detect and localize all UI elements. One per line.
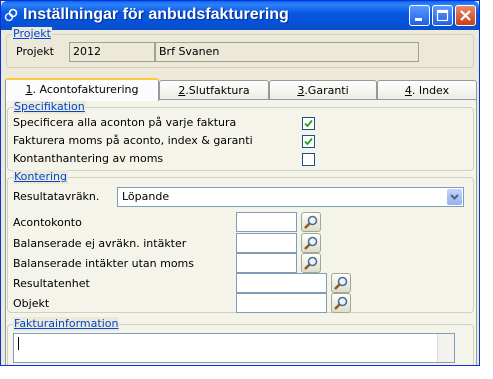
tab-slutfaktura-label: .Slutfaktura (185, 84, 250, 97)
balanserade-utan-moms-lookup-button[interactable] (301, 253, 321, 273)
acontokonto-lookup-button[interactable] (301, 212, 321, 232)
fakturainformation-textarea[interactable] (13, 333, 455, 363)
fakturainformation-group: Fakturainformation (7, 317, 474, 365)
maximize-button[interactable] (432, 5, 453, 26)
close-icon (460, 10, 471, 21)
kontering-group: Kontering Resultatavräkn. Löpande Aconto… (7, 170, 474, 313)
checkmark-icon (304, 119, 313, 128)
tab-acontofakturering-key: 1 (25, 83, 33, 96)
projekt-label: Projekt (16, 45, 54, 58)
projekt-number-field: 2012 (69, 42, 155, 62)
resultatavrakn-select[interactable]: Löpande (117, 187, 464, 207)
acontokonto-input[interactable] (236, 212, 297, 232)
resultatenhet-input[interactable] (236, 273, 327, 293)
tab-acontofakturering-label: . Acontofakturering (32, 83, 139, 96)
app-icon (4, 8, 18, 22)
acontofakturering-panel: Specifikation Specificera alla aconton p… (5, 99, 477, 365)
resultatavrakn-value: Löpande (122, 190, 170, 203)
kontering-legend: Kontering (13, 170, 68, 184)
magnifier-icon (304, 256, 318, 270)
balanserade-ej-input[interactable] (236, 233, 297, 253)
minimize-button[interactable] (409, 5, 430, 26)
balanserade-utan-moms-label: Balanserade intäkter utan moms (13, 257, 195, 270)
resultatavrakn-dropdown-button[interactable] (447, 189, 462, 205)
resultatenhet-lookup-button[interactable] (331, 273, 351, 293)
spec-checkbox-aconton[interactable] (302, 117, 315, 130)
checkmark-icon (304, 137, 313, 146)
spec-checkbox-kontant[interactable] (302, 153, 315, 166)
objekt-input[interactable] (236, 293, 327, 313)
spec-item-label: Fakturera moms på aconto, index & garant… (13, 134, 253, 147)
balanserade-utan-moms-input[interactable] (236, 253, 297, 273)
tab-bar: 1. Acontofakturering 2.Slutfaktura 3.Gar… (5, 78, 477, 101)
fakturainformation-scrollbar[interactable] (437, 334, 454, 362)
tab-index-label: . Index (411, 84, 450, 97)
balanserade-ej-label: Balanserade ej avräkn. intäkter (13, 237, 187, 250)
magnifier-icon (334, 276, 348, 290)
spec-checkbox-moms[interactable] (302, 135, 315, 148)
window-title: Inställningar för anbudsfakturering (23, 6, 289, 23)
specifikation-group: Specifikation Specificera alla aconton p… (7, 100, 474, 171)
objekt-lookup-button[interactable] (331, 293, 351, 313)
chevron-down-icon (450, 194, 459, 200)
projekt-name-field: Brf Svanen (155, 42, 419, 62)
tab-garanti-label: .Garanti (304, 84, 349, 97)
fakturainformation-legend: Fakturainformation (13, 317, 120, 331)
tab-index[interactable]: 4. Index (377, 80, 477, 100)
magnifier-icon (304, 236, 318, 250)
projekt-legend: Projekt (12, 27, 52, 41)
acontokonto-label: Acontokonto (13, 216, 82, 229)
specifikation-legend: Specifikation (13, 100, 86, 114)
text-caret (18, 337, 19, 350)
resultatavrakn-label: Resultatavräkn. (13, 190, 100, 203)
projekt-group: Projekt Projekt 2012 Brf Svanen (6, 27, 474, 68)
spec-item-label: Specificera alla aconton på varje faktur… (13, 116, 237, 129)
close-button[interactable] (455, 5, 476, 26)
balanserade-ej-lookup-button[interactable] (301, 233, 321, 253)
magnifier-icon (304, 215, 318, 229)
tab-slutfaktura[interactable]: 2.Slutfaktura (159, 80, 269, 100)
resultatenhet-label: Resultatenhet (13, 277, 90, 290)
minimize-icon (415, 18, 422, 21)
spec-item-label: Kontanthantering av moms (13, 152, 164, 165)
maximize-icon (436, 9, 449, 22)
objekt-label: Objekt (13, 297, 50, 310)
title-bar[interactable]: Inställningar för anbudsfakturering (1, 1, 479, 30)
settings-window: Inställningar för anbudsfakturering Proj… (0, 0, 480, 366)
magnifier-icon (334, 296, 348, 310)
tab-index-key: 4 (404, 84, 412, 97)
tab-garanti[interactable]: 3.Garanti (269, 80, 377, 100)
tab-acontofakturering[interactable]: 1. Acontofakturering (5, 78, 159, 101)
